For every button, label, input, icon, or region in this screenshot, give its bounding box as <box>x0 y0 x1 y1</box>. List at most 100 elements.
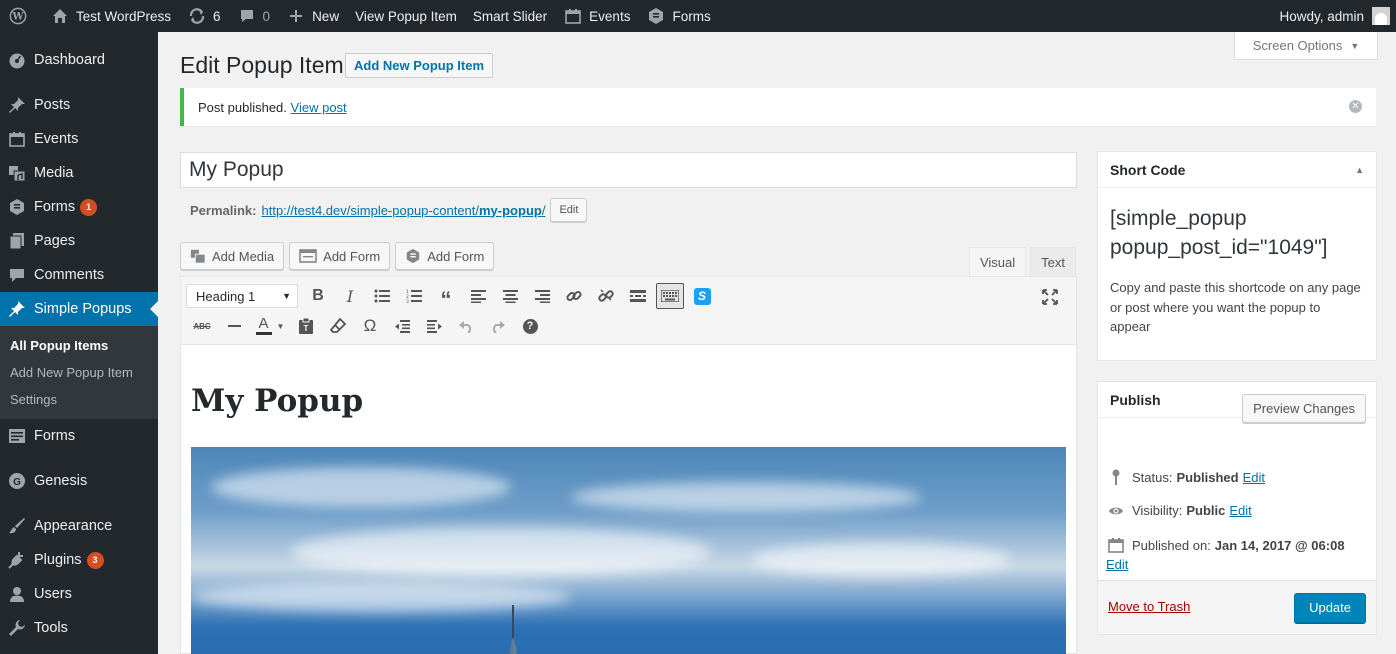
sidebar-label: Tools <box>34 620 68 636</box>
update-button[interactable]: Update <box>1294 593 1366 623</box>
sidebar-label: Appearance <box>34 518 113 534</box>
submenu-item-settings[interactable]: Settings <box>0 386 158 413</box>
toggle-arrow-icon[interactable]: ▲ <box>1355 165 1364 175</box>
help-icon[interactable]: ? <box>514 311 546 341</box>
my-account-menu[interactable]: Howdy, admin <box>1271 0 1390 32</box>
horizontal-line-icon[interactable] <box>218 311 250 341</box>
shortcode-box-header[interactable]: Short Code ▲ <box>1098 152 1376 188</box>
redo-icon[interactable] <box>482 311 514 341</box>
clear-formatting-icon[interactable] <box>322 311 354 341</box>
format-select[interactable]: Heading 1 ▼ <box>186 284 298 308</box>
toolbar-toggle-icon[interactable] <box>656 283 684 309</box>
shortcode-box-title: Short Code <box>1110 161 1186 178</box>
major-publishing-actions: Move to Trash Update <box>1098 580 1376 634</box>
dismiss-notice-icon[interactable]: ✕ <box>1349 100 1362 113</box>
sidebar-item-forms[interactable]: Forms 1 <box>0 190 158 224</box>
submenu-item-all-popup-items[interactable]: All Popup Items <box>0 332 158 359</box>
add-gravity-form-button[interactable]: Add Form <box>395 242 495 270</box>
new-content-menu[interactable]: New <box>278 0 347 32</box>
pushpin-icon <box>8 96 26 114</box>
site-name-link[interactable]: Test WordPress <box>42 0 179 32</box>
user-icon <box>8 585 26 603</box>
sidebar-item-tools[interactable]: Tools <box>0 611 158 645</box>
pages-icon <box>8 232 26 250</box>
outdent-icon[interactable] <box>386 311 418 341</box>
view-popup-item-link[interactable]: View Popup Item <box>347 0 465 32</box>
smart-slider-link[interactable]: Smart Slider <box>465 0 555 32</box>
screen-options-button[interactable]: Screen Options ▼ <box>1234 32 1378 60</box>
add-media-button[interactable]: Add Media <box>180 242 285 270</box>
align-center-icon[interactable] <box>494 281 526 311</box>
comments-count: 0 <box>262 8 271 24</box>
svg-text:3: 3 <box>406 299 409 303</box>
forms-count-badge: 1 <box>80 198 98 216</box>
visual-editor: Heading 1 ▼ B I 123 “ S ABC A ▼ T Ω ? My… <box>180 276 1077 654</box>
blockquote-icon[interactable]: “ <box>430 281 462 311</box>
updates-link[interactable]: 6 <box>179 0 229 32</box>
sidebar-item-media[interactable]: Media <box>0 156 158 190</box>
sidebar-item-appearance[interactable]: Appearance <box>0 509 158 543</box>
wp-logo-menu[interactable]: W <box>0 0 42 32</box>
events-link[interactable]: Events <box>555 0 638 32</box>
special-character-icon[interactable]: Ω <box>354 311 386 341</box>
editor-content[interactable]: My Popup <box>181 383 1076 654</box>
align-right-icon[interactable] <box>526 281 558 311</box>
editor-tabs: Visual Text <box>965 247 1076 276</box>
forms-label: Forms <box>672 8 711 24</box>
sidebar-item-dashboard[interactable]: Dashboard <box>0 43 158 77</box>
move-to-trash-link[interactable]: Move to Trash <box>1108 599 1190 614</box>
numbered-list-icon[interactable]: 123 <box>398 281 430 311</box>
view-post-link[interactable]: View post <box>291 100 347 115</box>
edit-date-link[interactable]: Edit <box>1106 557 1366 572</box>
editor-toolbar: Heading 1 ▼ B I 123 “ S ABC A ▼ T Ω ? <box>181 277 1076 345</box>
publish-box: Publish▲ Preview Changes Status:Publishe… <box>1097 381 1377 635</box>
strikethrough-icon[interactable]: ABC <box>186 311 218 341</box>
edit-permalink-button[interactable]: Edit <box>550 198 588 222</box>
edit-visibility-link[interactable]: Edit <box>1229 503 1251 518</box>
tab-visual[interactable]: Visual <box>968 247 1027 276</box>
post-title-input[interactable]: My Popup <box>180 152 1077 188</box>
plugins-count-badge: 3 <box>86 551 104 569</box>
eye-icon <box>1108 505 1124 517</box>
align-left-icon[interactable] <box>462 281 494 311</box>
permalink-row: Permalink: http://test4.dev/simple-popup… <box>190 198 588 222</box>
preview-changes-button[interactable]: Preview Changes <box>1242 394 1366 423</box>
text-color-icon[interactable]: A ▼ <box>250 311 290 341</box>
sidebar-item-comments[interactable]: Comments <box>0 258 158 292</box>
edit-status-link[interactable]: Edit <box>1243 470 1265 485</box>
permalink-link[interactable]: http://test4.dev/simple-popup-content/my… <box>261 203 545 218</box>
comments-link[interactable]: 0 <box>229 0 279 32</box>
updates-count: 6 <box>213 8 221 24</box>
unlink-icon[interactable] <box>590 281 622 311</box>
sidebar-label: Forms <box>34 199 76 215</box>
bullet-list-icon[interactable] <box>366 281 398 311</box>
italic-icon[interactable]: I <box>334 281 366 311</box>
pushpin-icon <box>8 300 26 318</box>
sidebar-label: Users <box>34 586 72 602</box>
sidebar-item-events[interactable]: Events <box>0 122 158 156</box>
sidebar-item-plugins[interactable]: Plugins 3 <box>0 543 158 577</box>
sidebar-item-pages[interactable]: Pages <box>0 224 158 258</box>
sidebar-item-genesis[interactable]: G Genesis <box>0 464 158 498</box>
submenu-item-add-new-popup-item[interactable]: Add New Popup Item <box>0 359 158 386</box>
undo-icon[interactable] <box>450 311 482 341</box>
sidebar-item-forms-2[interactable]: Forms <box>0 419 158 453</box>
sidebar-item-simple-popups[interactable]: Simple Popups <box>0 292 158 326</box>
forms-link[interactable]: Forms <box>638 0 718 32</box>
tab-text[interactable]: Text <box>1030 247 1076 276</box>
read-more-icon[interactable] <box>622 281 654 311</box>
sidebar-label: Posts <box>34 97 71 113</box>
sidebar-item-users[interactable]: Users <box>0 577 158 611</box>
indent-icon[interactable] <box>418 311 450 341</box>
sidebar-label: Dashboard <box>34 52 105 68</box>
sidebar-item-posts[interactable]: Posts <box>0 88 158 122</box>
bold-icon[interactable]: B <box>302 281 334 311</box>
smart-slider-icon[interactable]: S <box>686 281 718 311</box>
link-icon[interactable] <box>558 281 590 311</box>
content-heading: My Popup <box>191 383 364 419</box>
paste-text-icon[interactable]: T <box>290 311 322 341</box>
add-form-button[interactable]: Add Form <box>289 242 391 270</box>
fullscreen-icon[interactable] <box>1034 282 1066 312</box>
shortcode-box: Short Code ▲ [simple_popup popup_post_id="… <box>1097 151 1377 361</box>
add-new-popup-item-button[interactable]: Add New Popup Item <box>345 53 493 78</box>
